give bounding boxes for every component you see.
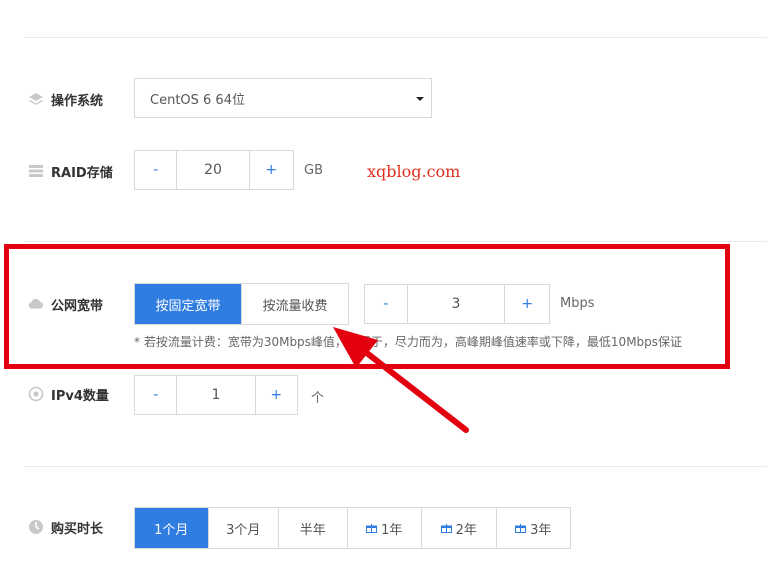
annotation-arrow bbox=[333, 327, 469, 433]
